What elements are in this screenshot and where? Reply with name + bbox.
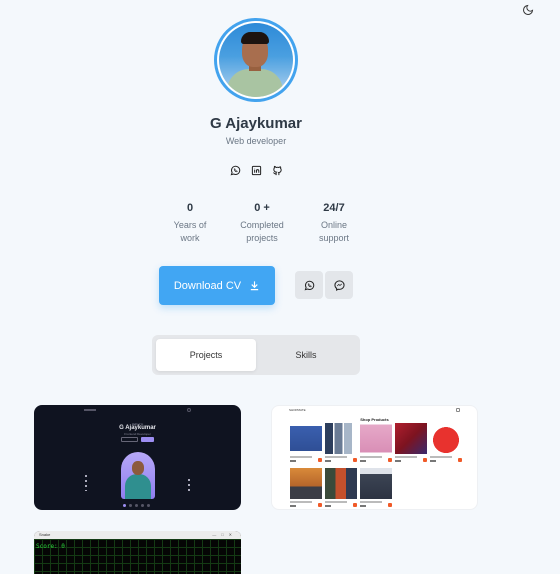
stats-row: 0 Years of work 0 + Completed projects 24/… [154,202,370,245]
project-card-portfolio[interactable]: Hello I'm G Ajaykumar Frontend Developer [34,405,241,510]
project-card-shop[interactable]: SHOPMATE Shop Products [271,405,478,510]
whatsapp-icon [230,165,240,175]
tab-skills[interactable]: Skills [256,339,356,371]
preview-heading: Shop Products [360,417,389,422]
stat-years: 0 Years of work [154,202,226,245]
product-item [430,423,462,463]
cart-icon [456,408,460,412]
stat-label: Completed projects [240,220,284,243]
download-cv-button[interactable]: Download CV [159,266,275,305]
theme-toggle-button[interactable] [520,2,536,18]
product-item [290,468,322,508]
preview-button [141,437,154,442]
game-grid [34,539,241,574]
profile-photo [219,23,293,97]
preview-subtitle: Frontend Developer [124,432,151,436]
window-title: Snake [39,532,51,537]
github-link[interactable] [271,164,283,176]
product-item [325,423,357,463]
score-label: Score: 0 [36,543,65,550]
stat-label: Online support [318,220,350,243]
preview-nav-dots [123,504,150,507]
linkedin-link[interactable] [250,164,262,176]
download-cv-label: Download CV [173,279,242,292]
whatsapp-button[interactable] [295,271,323,299]
preview-scroll-bar [188,479,190,491]
product-grid [290,423,462,508]
preview-photo [121,452,155,499]
preview-button [121,437,138,442]
stat-label: Years of work [173,220,207,243]
messenger-button[interactable] [325,271,353,299]
profile-name: G Ajaykumar [210,115,302,132]
profile-title: Web developer [225,136,287,146]
messenger-icon [333,279,345,291]
social-links [229,164,283,176]
avatar [214,18,298,102]
product-item [395,423,427,463]
product-item [360,468,392,508]
linkedin-icon [251,165,261,175]
product-item [360,423,392,463]
project-card-snake[interactable]: Snake —□✕ Score: 0 [34,531,241,574]
stat-value: 0 + [254,202,270,214]
stat-value: 24/7 [323,202,345,214]
tab-projects[interactable]: Projects [156,339,256,371]
window-controls: —□✕ [212,532,237,537]
preview-nav [34,408,241,414]
tabs: Projects Skills [152,335,360,375]
preview-name: G Ajaykumar [119,425,156,431]
stat-support: 24/7 Online support [298,202,370,245]
stat-projects: 0 + Completed projects [226,202,298,245]
product-item [325,468,357,508]
github-icon [272,165,282,175]
moon-icon [523,4,534,15]
whatsapp-link[interactable] [229,164,241,176]
stat-value: 0 [186,202,194,214]
preview-brand: SHOPMATE [289,408,306,412]
preview-social-bar [85,475,87,491]
download-icon [250,281,259,291]
whatsapp-icon [304,280,314,290]
product-item [290,423,322,463]
window-titlebar: Snake —□✕ [34,531,241,539]
